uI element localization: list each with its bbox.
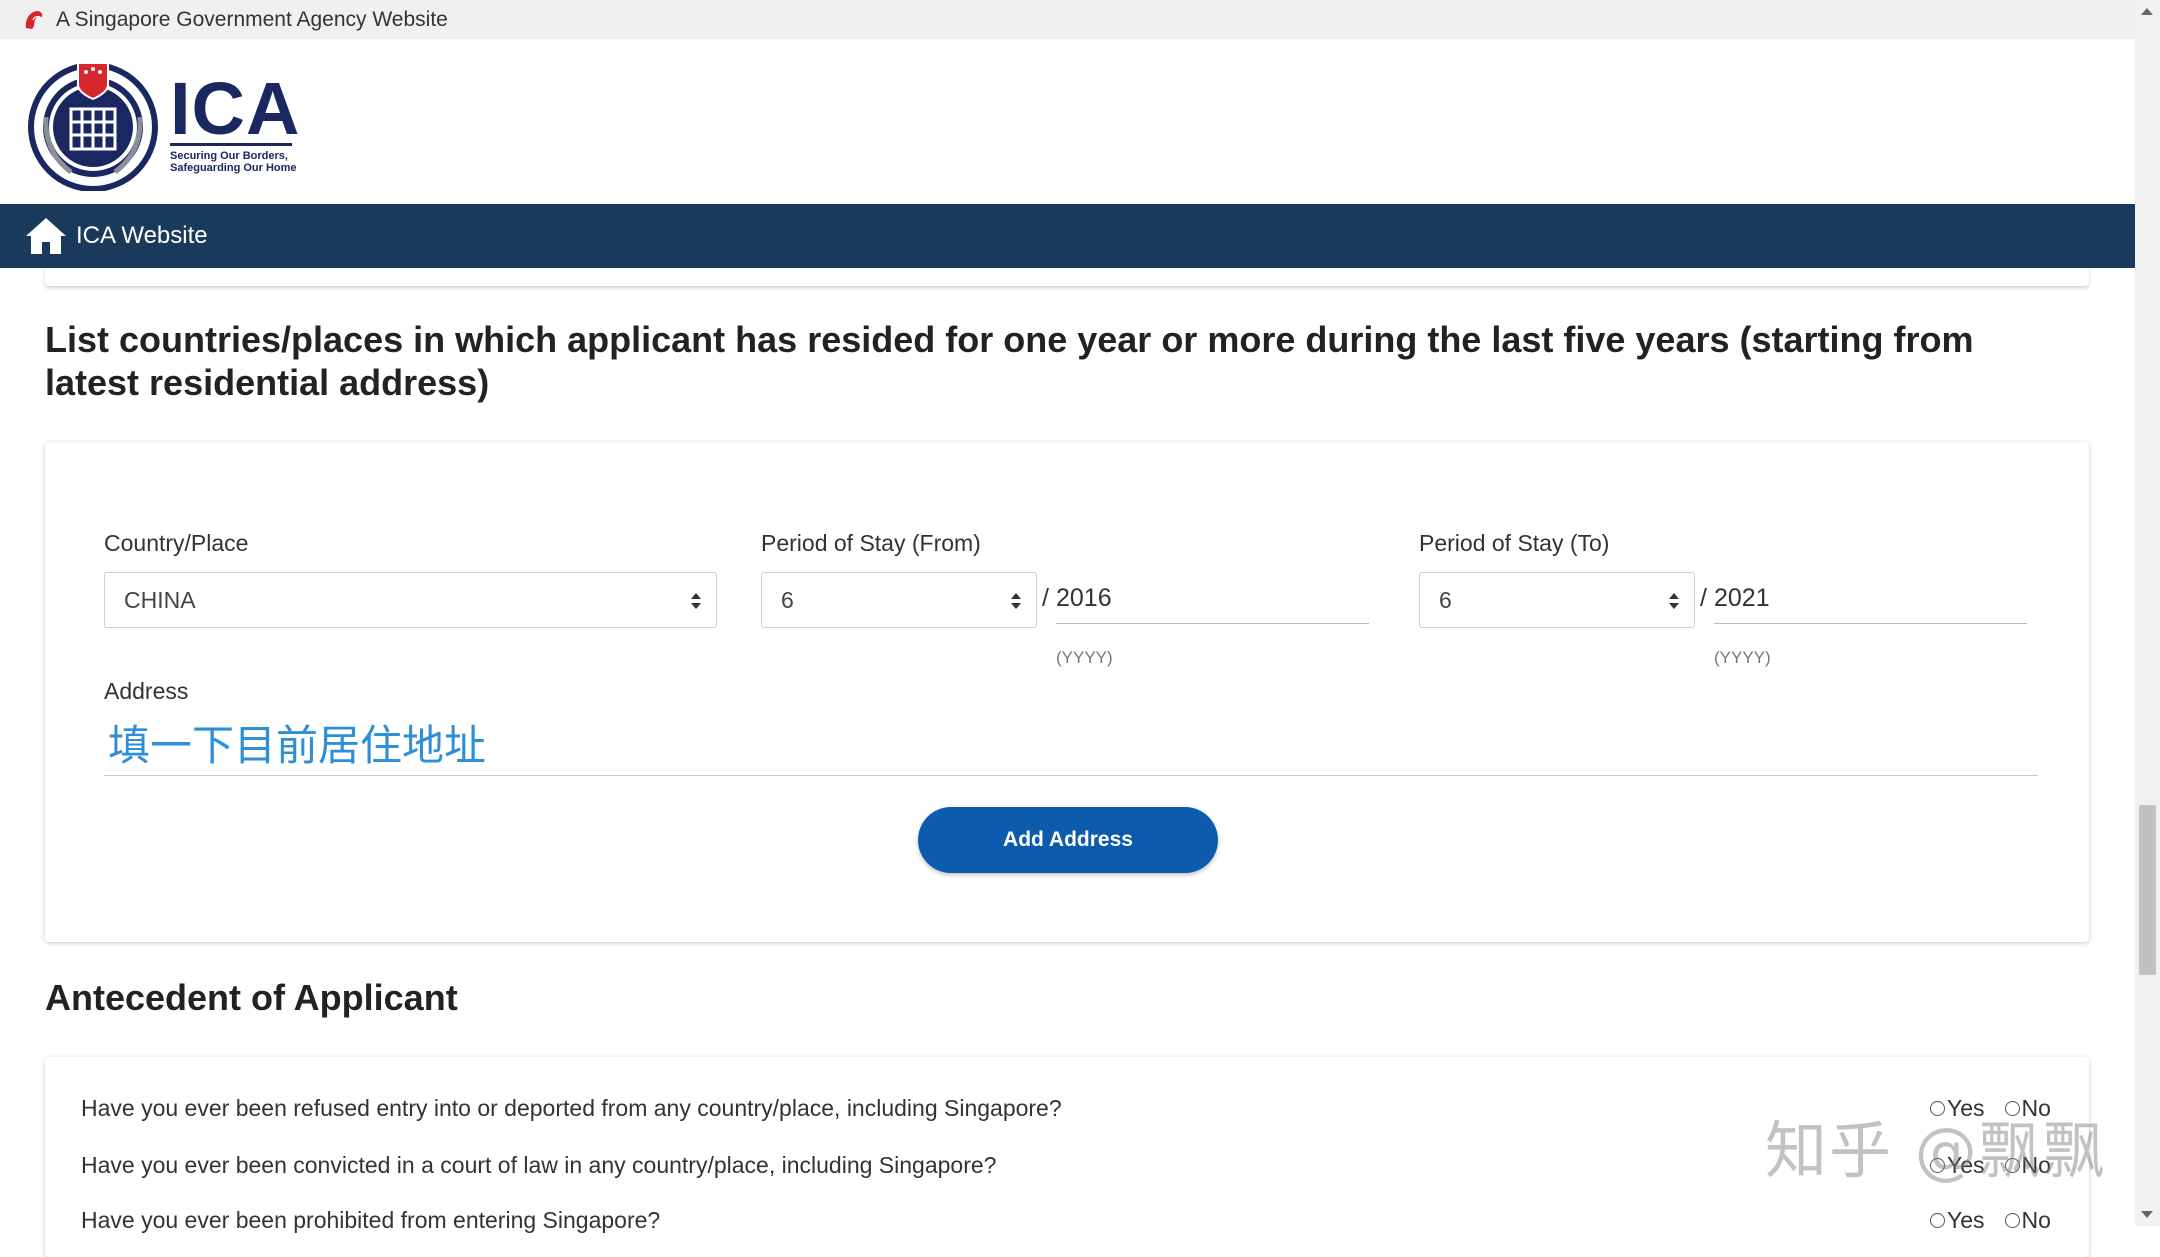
ica-name: ICA	[170, 67, 301, 150]
site-header: ICA Securing Our Borders, Safeguarding O…	[0, 39, 2135, 204]
tagline-line2: Safeguarding Our Home	[170, 162, 297, 174]
address-input[interactable]: 填一下目前居住地址	[104, 714, 2038, 776]
zhihu-watermark: 知乎 @飘飘	[1765, 1114, 2107, 1187]
from-month-select[interactable]: 6	[761, 572, 1037, 628]
scroll-down-icon[interactable]	[2141, 1211, 2153, 1218]
to-year-input[interactable]: 2021	[1714, 572, 2027, 624]
to-month-value: 6	[1439, 586, 1452, 613]
to-month-select[interactable]: 6	[1419, 572, 1695, 628]
ica-wordmark: ICA Securing Our Borders, Safeguarding O…	[170, 67, 301, 174]
radio-yes-label: Yes	[1947, 1207, 1985, 1233]
from-label: Period of Stay (From)	[761, 530, 981, 556]
vertical-scrollbar[interactable]	[2135, 0, 2160, 1226]
scroll-thumb[interactable]	[2139, 805, 2156, 975]
residence-card: Country/Place CHINA Period of Stay (From…	[45, 442, 2089, 942]
country-label: Country/Place	[104, 530, 249, 556]
from-year-input[interactable]: 2016	[1056, 572, 1369, 624]
to-year-hint: (YYYY)	[1714, 648, 1771, 667]
ica-logo[interactable]: ICA Securing Our Borders, Safeguarding O…	[26, 57, 300, 191]
previous-card-bottom	[45, 268, 2089, 286]
from-year-hint: (YYYY)	[1056, 648, 1113, 667]
address-value: 填一下目前居住地址	[108, 721, 487, 770]
country-select[interactable]: CHINA	[104, 572, 717, 628]
tagline-line1: Securing Our Borders,	[170, 150, 288, 162]
select-arrows-icon	[1011, 593, 1021, 609]
to-label: Period of Stay (To)	[1419, 530, 1610, 556]
home-icon[interactable]	[24, 214, 68, 258]
scroll-up-icon[interactable]	[2141, 8, 2153, 15]
masthead-text: A Singapore Government Agency Website	[56, 7, 448, 31]
add-address-button[interactable]: Add Address	[918, 807, 1218, 873]
lion-head-icon	[25, 10, 43, 29]
radio-no-label: No	[2021, 1207, 2051, 1233]
antecedent-section-title: Antecedent of Applicant	[45, 977, 458, 1018]
ica-website-link[interactable]: ICA Website	[76, 222, 208, 250]
address-label: Address	[104, 678, 189, 704]
radio-group-prohibited: Yes No	[1930, 1207, 2051, 1234]
main-navbar: ICA Website	[0, 204, 2135, 268]
ica-seal-icon	[28, 62, 158, 191]
from-month-value: 6	[781, 586, 794, 613]
from-slash: /	[1042, 584, 1049, 612]
residence-section-title: List countries/places in which applicant…	[45, 319, 1974, 403]
select-arrows-icon	[691, 593, 701, 609]
question-convicted: Have you ever been convicted in a court …	[81, 1152, 997, 1178]
to-slash: /	[1700, 584, 1707, 612]
gov-masthead: A Singapore Government Agency Website	[0, 0, 2135, 39]
question-prohibited: Have you ever been prohibited from enter…	[81, 1207, 661, 1233]
country-value: CHINA	[124, 586, 196, 613]
question-refused-entry: Have you ever been refused entry into or…	[81, 1095, 1062, 1121]
select-arrows-icon	[1669, 593, 1679, 609]
